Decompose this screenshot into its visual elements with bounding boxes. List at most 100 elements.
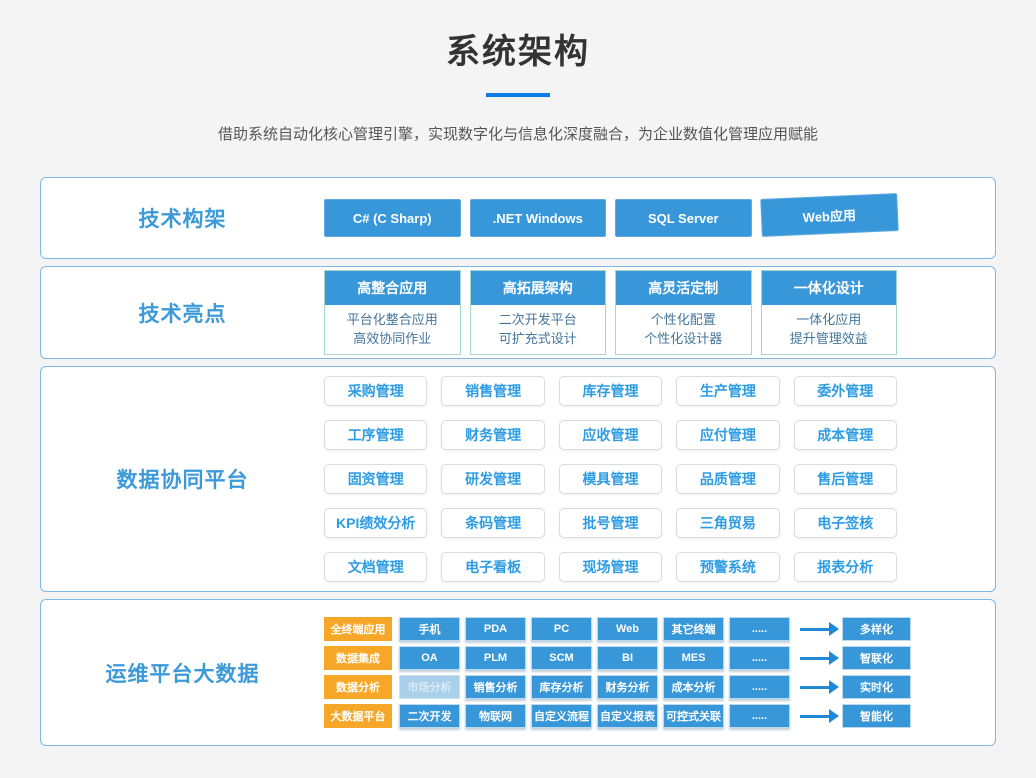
bigdata-button-sales-analysis[interactable]: 销售分析 — [465, 675, 526, 699]
module-button-aftersales[interactable]: 售后管理 — [794, 464, 897, 494]
bigdata-button-more[interactable]: ..... — [729, 617, 790, 641]
module-button-fixed-assets[interactable]: 固资管理 — [324, 464, 427, 494]
bigdata-button-secondary-dev[interactable]: 二次开发 — [399, 704, 460, 728]
module-button-outsourcing[interactable]: 委外管理 — [794, 376, 897, 406]
bigdata-result-interconnected[interactable]: 智联化 — [842, 646, 911, 670]
module-button-kpi[interactable]: KPI绩效分析 — [324, 508, 427, 538]
bigdata-category-label: 大数据平台 — [324, 704, 392, 728]
title-underline — [486, 93, 550, 97]
tech-stack-button-sqlserver[interactable]: SQL Server — [615, 199, 752, 237]
module-button-report[interactable]: 报表分析 — [794, 552, 897, 582]
bigdata-button-oa[interactable]: OA — [399, 646, 460, 670]
architecture-sections: 技术构架 C# (C Sharp) .NET Windows SQL Serve… — [40, 177, 996, 753]
arrow-right-icon — [800, 686, 830, 689]
module-button-payables[interactable]: 应付管理 — [676, 420, 779, 450]
bigdata-button-pc[interactable]: PC — [531, 617, 592, 641]
module-button-process[interactable]: 工序管理 — [324, 420, 427, 450]
highlight-card-line: 可扩充式设计 — [471, 329, 606, 348]
highlight-card-integration: 高整合应用 平台化整合应用 高效协同作业 — [324, 270, 461, 355]
highlight-card-line: 一体化应用 — [762, 310, 897, 329]
module-button-sales[interactable]: 销售管理 — [441, 376, 544, 406]
bigdata-button-more[interactable]: ..... — [729, 704, 790, 728]
section-bigdata: 运维平台大数据 全终端应用 手机 PDA PC Web 其它终端 ..... 多… — [40, 599, 996, 746]
page-title: 系统架构 — [0, 24, 1036, 73]
highlight-card-title: 高整合应用 — [325, 271, 460, 305]
section-label-platform: 数据协同平台 — [41, 367, 324, 591]
module-button-production[interactable]: 生产管理 — [676, 376, 779, 406]
section-highlights: 技术亮点 高整合应用 平台化整合应用 高效协同作业 高拓展架构 二次开发平台 可… — [40, 266, 996, 359]
bigdata-result-intelligent[interactable]: 智能化 — [842, 704, 911, 728]
bigdata-button-more[interactable]: ..... — [729, 646, 790, 670]
module-button-kanban[interactable]: 电子看板 — [441, 552, 544, 582]
tech-stack-button-csharp[interactable]: C# (C Sharp) — [324, 199, 461, 237]
bigdata-button-finance-analysis[interactable]: 财务分析 — [597, 675, 658, 699]
highlight-card-body: 二次开发平台 可扩充式设计 — [471, 305, 606, 354]
module-button-esign[interactable]: 电子签核 — [794, 508, 897, 538]
module-button-alert[interactable]: 预警系统 — [676, 552, 779, 582]
highlight-card-line: 平台化整合应用 — [325, 310, 460, 329]
arrow-right-icon — [800, 715, 830, 718]
highlight-card-line: 高效协同作业 — [325, 329, 460, 348]
module-button-mold[interactable]: 模具管理 — [559, 464, 662, 494]
module-button-purchase[interactable]: 采购管理 — [324, 376, 427, 406]
arrow-right-icon — [800, 628, 830, 631]
bigdata-category-label: 数据集成 — [324, 646, 392, 670]
bigdata-button-scm[interactable]: SCM — [531, 646, 592, 670]
section-tech-stack: 技术构架 C# (C Sharp) .NET Windows SQL Serve… — [40, 177, 996, 259]
highlight-card-title: 一体化设计 — [762, 271, 897, 305]
bigdata-button-custom-report[interactable]: 自定义报表 — [597, 704, 658, 728]
module-button-lot[interactable]: 批号管理 — [559, 508, 662, 538]
bigdata-button-web[interactable]: Web — [597, 617, 658, 641]
bigdata-button-controlled-link[interactable]: 可控式关联 — [663, 704, 724, 728]
arrow-right-icon — [800, 657, 830, 660]
module-button-onsite[interactable]: 现场管理 — [559, 552, 662, 582]
bigdata-button-pda[interactable]: PDA — [465, 617, 526, 641]
highlight-cards: 高整合应用 平台化整合应用 高效协同作业 高拓展架构 二次开发平台 可扩充式设计… — [324, 267, 897, 358]
bigdata-button-mes[interactable]: MES — [663, 646, 724, 670]
highlight-card-extensibility: 高拓展架构 二次开发平台 可扩充式设计 — [470, 270, 607, 355]
module-button-rnd[interactable]: 研发管理 — [441, 464, 544, 494]
bigdata-result-realtime[interactable]: 实时化 — [842, 675, 911, 699]
bigdata-button-iot[interactable]: 物联网 — [465, 704, 526, 728]
bigdata-button-mobile[interactable]: 手机 — [399, 617, 460, 641]
bigdata-result-diversified[interactable]: 多样化 — [842, 617, 911, 641]
section-label-bigdata: 运维平台大数据 — [41, 600, 324, 745]
page-header: 系统架构 借助系统自动化核心管理引擎，实现数字化与信息化深度融合，为企业数值化管… — [0, 0, 1036, 144]
tech-stack-button-dotnet[interactable]: .NET Windows — [470, 199, 607, 237]
bigdata-button-other-terminal[interactable]: 其它终端 — [663, 617, 724, 641]
highlight-card-allinone: 一体化设计 一体化应用 提升管理效益 — [761, 270, 898, 355]
highlight-card-title: 高拓展架构 — [471, 271, 606, 305]
bigdata-button-custom-flow[interactable]: 自定义流程 — [531, 704, 592, 728]
bigdata-row-platform: 大数据平台 二次开发 物联网 自定义流程 自定义报表 可控式关联 ..... 智… — [324, 704, 897, 728]
highlight-card-title: 高灵活定制 — [616, 271, 751, 305]
bigdata-category-label: 数据分析 — [324, 675, 392, 699]
module-button-receivables[interactable]: 应收管理 — [559, 420, 662, 450]
module-button-barcode[interactable]: 条码管理 — [441, 508, 544, 538]
section-label-tech-stack: 技术构架 — [41, 178, 324, 258]
bigdata-button-inventory-analysis[interactable]: 库存分析 — [531, 675, 592, 699]
module-button-cost[interactable]: 成本管理 — [794, 420, 897, 450]
tech-stack-button-web[interactable]: Web应用 — [760, 193, 898, 237]
bigdata-button-cost-analysis[interactable]: 成本分析 — [663, 675, 724, 699]
module-button-quality[interactable]: 品质管理 — [676, 464, 779, 494]
highlight-card-body: 一体化应用 提升管理效益 — [762, 305, 897, 354]
highlight-card-line: 个性化配置 — [616, 310, 751, 329]
bigdata-button-more[interactable]: ..... — [729, 675, 790, 699]
module-button-triangle-trade[interactable]: 三角贸易 — [676, 508, 779, 538]
bigdata-category-label: 全终端应用 — [324, 617, 392, 641]
highlight-card-body: 个性化配置 个性化设计器 — [616, 305, 751, 354]
module-button-document[interactable]: 文档管理 — [324, 552, 427, 582]
module-button-inventory[interactable]: 库存管理 — [559, 376, 662, 406]
system-architecture-page: 系统架构 借助系统自动化核心管理引擎，实现数字化与信息化深度融合，为企业数值化管… — [0, 0, 1036, 778]
bigdata-button-market-analysis[interactable]: 市场分析 — [399, 675, 460, 699]
highlight-card-flexibility: 高灵活定制 个性化配置 个性化设计器 — [615, 270, 752, 355]
platform-module-grid: 采购管理 销售管理 库存管理 生产管理 委外管理 工序管理 财务管理 应收管理 … — [324, 367, 897, 591]
highlight-card-line: 个性化设计器 — [616, 329, 751, 348]
bigdata-row-analysis: 数据分析 市场分析 销售分析 库存分析 财务分析 成本分析 ..... 实时化 — [324, 675, 897, 699]
highlight-card-line: 二次开发平台 — [471, 310, 606, 329]
highlight-card-line: 提升管理效益 — [762, 329, 897, 348]
bigdata-button-plm[interactable]: PLM — [465, 646, 526, 670]
highlight-card-body: 平台化整合应用 高效协同作业 — [325, 305, 460, 354]
bigdata-button-bi[interactable]: BI — [597, 646, 658, 670]
module-button-finance[interactable]: 财务管理 — [441, 420, 544, 450]
